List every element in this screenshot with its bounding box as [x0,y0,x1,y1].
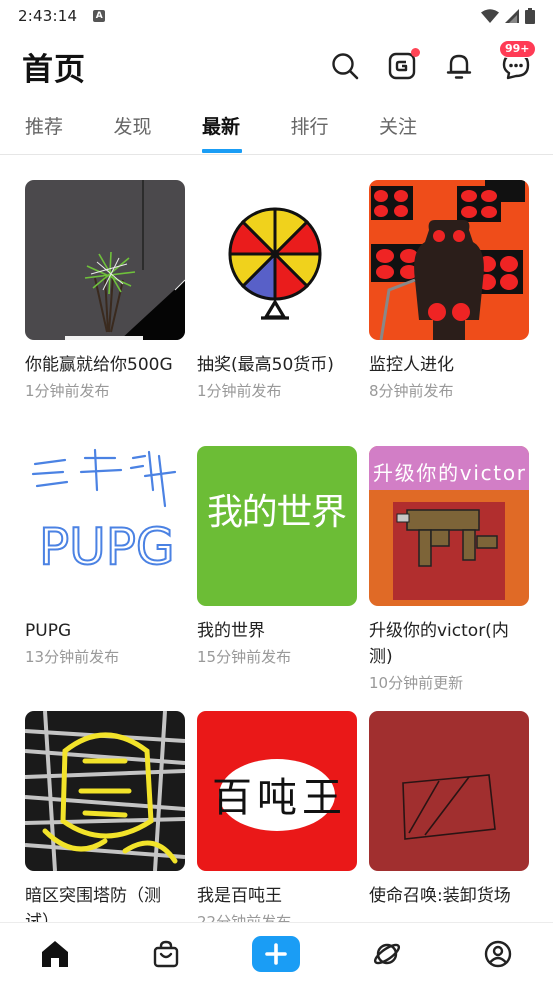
work-title: 你能赢就给你500G [25,355,173,375]
tab-recommend[interactable]: 推荐 [25,104,114,154]
work-thumbnail [25,711,185,871]
work-title: 监控人进化 [369,355,454,375]
notification-badge-icon: A [93,10,106,22]
work-title: 使命召唤:装卸货场 [369,886,511,906]
planet-icon [374,943,401,964]
work-card[interactable]: 升级你的victor 升级你的victor(内测) 10分钟前更新 [369,446,529,694]
work-time: 10分钟前更新 [369,674,464,692]
work-thumbnail: 我的世界 [197,446,357,606]
work-card[interactable]: 百吨王 我是百吨王 22分钟前发布 [197,711,357,933]
tab-latest[interactable]: 最新 [202,104,291,154]
work-title: 升级你的victor(内测) [369,621,509,667]
work-thumbnail [25,180,185,340]
wifi-icon [481,9,499,23]
work-thumbnail: PUPG [25,446,185,606]
thumb-doodle-text: 百吨王 [212,775,342,821]
thumb-doodle-text: PUPG [39,518,175,576]
profile-icon [484,940,511,967]
thumb-doodle-text: 我的世界 [207,492,347,533]
plus-icon [265,942,288,965]
nav-create[interactable] [221,923,332,984]
work-time: 1分钟前发布 [25,382,110,400]
signal-icon [505,9,519,23]
work-title: 我是百吨王 [197,886,282,906]
messages-button[interactable]: 99+ [499,40,536,81]
shop-bag-icon [153,940,179,967]
nav-shop[interactable] [111,923,222,984]
home-icon [42,940,69,967]
category-tabs: 推荐 发现 最新 排行 关注 [0,104,553,154]
tab-following[interactable]: 关注 [379,104,468,154]
bell-icon [446,54,472,79]
work-card[interactable]: 使命召唤:装卸货场 [369,711,529,911]
work-thumbnail: 百吨王 [197,711,357,871]
work-thumbnail [369,180,529,340]
status-bar: 2:43:14 A [0,0,553,32]
work-thumbnail [369,711,529,871]
message-count-badge: 99+ [499,40,536,58]
page-title: 首页 [22,51,86,88]
work-title: 抽奖(最高50货币) [197,355,334,375]
nav-home[interactable] [0,923,111,984]
work-thumbnail [197,180,357,340]
work-card[interactable]: 我的世界 我的世界 15分钟前发布 [197,446,357,668]
wallet-icon [388,52,416,80]
nav-explore[interactable] [332,923,443,984]
search-icon [332,53,359,80]
bottom-nav [0,922,553,984]
work-card[interactable]: 监控人进化 8分钟前发布 [369,180,529,402]
nav-profile[interactable] [442,923,553,984]
create-button[interactable] [252,935,301,972]
thumb-doodle-text: 升级你的victor [373,461,526,485]
work-title: 我的世界 [197,621,265,641]
tab-ranking[interactable]: 排行 [291,104,380,154]
coin-wallet-button[interactable] [387,48,420,81]
status-time: 2:43:14 [18,7,78,25]
app-header: 首页 99+ [0,40,553,92]
work-title: PUPG [25,621,72,641]
work-card[interactable]: 你能赢就给你500G 1分钟前发布 [25,180,185,402]
notifications-button[interactable] [444,51,474,81]
work-time: 15分钟前发布 [197,648,292,666]
battery-icon [525,8,535,24]
work-time: 8分钟前发布 [369,382,454,400]
work-thumbnail: 升级你的victor [369,446,529,606]
tab-discover[interactable]: 发现 [114,104,203,154]
wallet-dot-indicator [411,48,420,57]
work-time: 13分钟前发布 [25,648,120,666]
work-card[interactable]: 暗区突围塔防（测试） [25,711,185,937]
tab-divider [0,154,553,155]
work-card[interactable]: 抽奖(最高50货币) 1分钟前发布 [197,180,357,402]
work-time: 1分钟前发布 [197,382,282,400]
work-card[interactable]: PUPG PUPG 13分钟前发布 [25,446,185,668]
search-button[interactable] [330,51,360,81]
